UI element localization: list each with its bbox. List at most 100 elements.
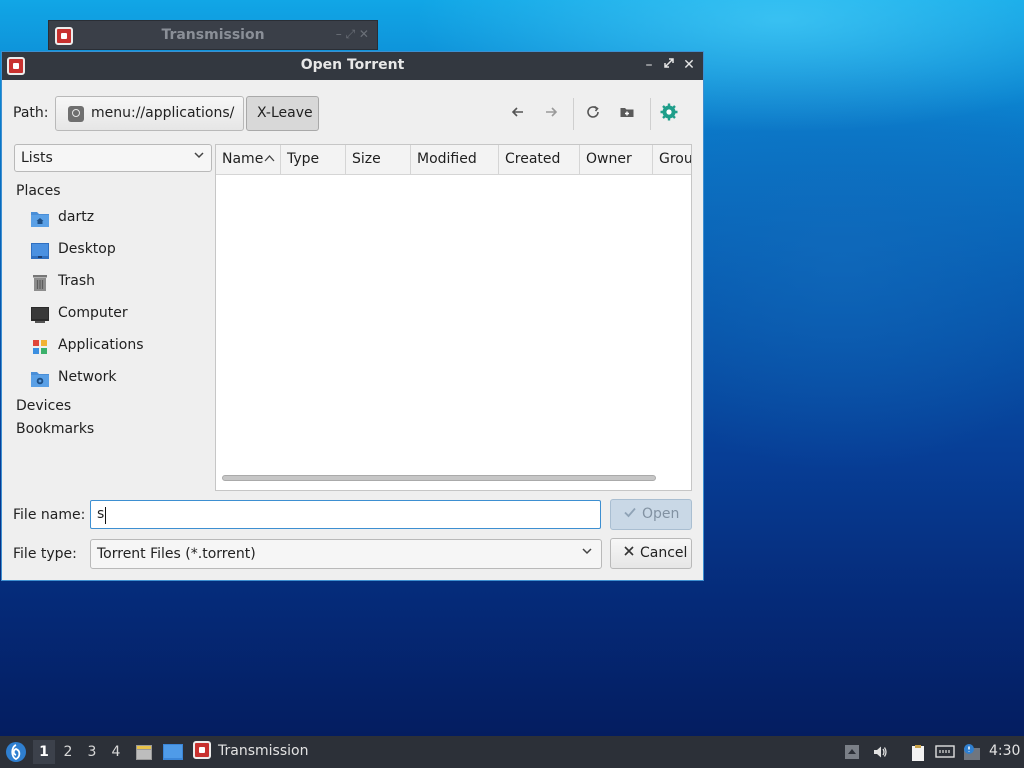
- new-folder-button[interactable]: [616, 104, 638, 124]
- column-header-owner[interactable]: Owner: [580, 145, 653, 174]
- column-label: Type: [287, 151, 320, 167]
- maximize-icon: [664, 58, 674, 68]
- column-header-name[interactable]: Name: [216, 145, 281, 174]
- column-label: Modified: [417, 151, 477, 167]
- sidebar-item-label: Desktop: [58, 241, 116, 257]
- trash-icon: [30, 274, 48, 291]
- back-button[interactable]: [507, 104, 529, 124]
- network-wired-icon[interactable]: [935, 744, 955, 760]
- taskbar: 1 2 3 4 Transmission 4:30: [0, 736, 1024, 768]
- new-folder-icon: [620, 108, 634, 117]
- combo-value: Torrent Files (*.torrent): [97, 546, 256, 562]
- button-label: Open: [642, 506, 680, 522]
- combo-value: Lists: [21, 150, 53, 166]
- filename-label: File name:: [13, 507, 86, 523]
- column-header-type[interactable]: Type: [281, 145, 346, 174]
- places-header[interactable]: Places: [16, 183, 61, 199]
- sidebar-item-trash[interactable]: Trash: [28, 271, 208, 295]
- chevron-down-icon: [581, 545, 593, 561]
- file-cabinet-icon: [136, 745, 152, 760]
- sidebar-item-network[interactable]: Network: [28, 367, 208, 391]
- sidebar-item-desktop[interactable]: Desktop: [28, 239, 208, 263]
- column-label: Name: [222, 151, 264, 167]
- arrow-left-icon: [511, 107, 523, 117]
- sidebar-item-label: dartz: [58, 209, 95, 225]
- toolbar-separator: [573, 98, 574, 130]
- cancel-button[interactable]: Cancel: [610, 538, 692, 569]
- start-menu-button[interactable]: [5, 741, 27, 767]
- window-controls[interactable]: – ⤢ ✕: [336, 27, 369, 42]
- filetype-label: File type:: [13, 546, 77, 562]
- settings-gear-icon: [660, 103, 678, 121]
- volume-icon[interactable]: [872, 744, 888, 760]
- devices-header[interactable]: Devices: [16, 398, 71, 414]
- clock[interactable]: 4:30: [989, 743, 1020, 759]
- home-folder-icon: [30, 210, 49, 227]
- file-manager-launcher[interactable]: [134, 742, 154, 766]
- horizontal-scrollbar[interactable]: [222, 475, 656, 481]
- sidebar-item-label: Applications: [58, 337, 144, 353]
- desktop-icon: [163, 744, 183, 760]
- clipboard-icon[interactable]: [909, 744, 925, 761]
- desktop-icon: [30, 242, 49, 259]
- chevron-down-icon: [193, 149, 205, 165]
- crumb-label: X-Leave: [257, 105, 313, 121]
- path-crumb-applications[interactable]: menu://applications/: [55, 96, 244, 131]
- arrow-right-icon: [546, 107, 558, 117]
- column-label: Grou: [659, 151, 692, 167]
- column-header-created[interactable]: Created: [499, 145, 580, 174]
- forward-button[interactable]: [540, 104, 562, 124]
- desktop: Transmission – ⤢ ✕ Open Torrent – ✕ Path…: [0, 0, 1024, 736]
- open-button[interactable]: Open: [610, 499, 692, 530]
- tray-up-arrow-icon[interactable]: [844, 744, 860, 760]
- sort-ascending-icon: [264, 152, 275, 168]
- workspace-3[interactable]: 3: [81, 740, 103, 764]
- path-label: Path:: [13, 105, 49, 121]
- checkmark-icon: [623, 505, 637, 523]
- transmission-main-window[interactable]: Transmission – ⤢ ✕: [48, 20, 378, 50]
- transmission-app-icon: [193, 741, 211, 759]
- sidebar-item-applications[interactable]: Applications: [28, 335, 208, 359]
- task-label[interactable]: Transmission: [218, 743, 308, 759]
- menu-icon: [68, 106, 84, 122]
- places-view-combo[interactable]: Lists: [14, 144, 212, 172]
- column-header-size[interactable]: Size: [346, 145, 411, 174]
- sidebar-item-label: Network: [58, 369, 117, 385]
- dialog-titlebar[interactable]: Open Torrent – ✕: [2, 52, 703, 80]
- window-title: Transmission: [161, 27, 265, 43]
- dialog-title: Open Torrent: [300, 57, 405, 73]
- lxqt-logo-icon: [6, 742, 26, 762]
- sidebar-item-label: Trash: [58, 273, 95, 289]
- column-label: Created: [505, 151, 561, 167]
- filetype-combo[interactable]: Torrent Files (*.torrent): [90, 539, 602, 569]
- sidebar-item-label: Computer: [58, 305, 128, 321]
- column-label: Size: [352, 151, 381, 167]
- workspace-4[interactable]: 4: [105, 740, 127, 764]
- crumb-label: menu://applications/: [91, 105, 235, 121]
- maximize-button[interactable]: [660, 56, 678, 74]
- filename-input[interactable]: s: [90, 500, 601, 529]
- text-caret: [105, 507, 106, 524]
- workspace-1[interactable]: 1: [33, 740, 55, 764]
- column-header-group[interactable]: Grou: [653, 145, 692, 174]
- view-options-button[interactable]: [658, 102, 680, 122]
- column-label: Owner: [586, 151, 632, 167]
- filename-value: s: [97, 506, 105, 522]
- workspace-2[interactable]: 2: [57, 740, 79, 764]
- sidebar-item-computer[interactable]: Computer: [28, 303, 208, 327]
- network-folder-icon: [30, 370, 49, 387]
- close-button[interactable]: ✕: [680, 56, 698, 74]
- bookmarks-header[interactable]: Bookmarks: [16, 421, 94, 437]
- path-crumb-x-leave[interactable]: X-Leave: [246, 96, 319, 131]
- sidebar-item-dartz[interactable]: dartz: [28, 207, 208, 231]
- minimize-button[interactable]: –: [640, 56, 658, 74]
- notification-icon[interactable]: [962, 744, 980, 760]
- close-icon: [622, 544, 636, 562]
- reload-icon: [587, 105, 599, 118]
- reload-button[interactable]: [582, 104, 604, 124]
- column-header-modified[interactable]: Modified: [411, 145, 499, 174]
- show-desktop-button[interactable]: [162, 742, 184, 766]
- file-list-view[interactable]: Name Type Size Modified Created Owner Gr…: [215, 144, 692, 491]
- open-torrent-dialog: Open Torrent – ✕ Path: menu://applicatio…: [1, 51, 704, 581]
- task-transmission[interactable]: [193, 741, 211, 759]
